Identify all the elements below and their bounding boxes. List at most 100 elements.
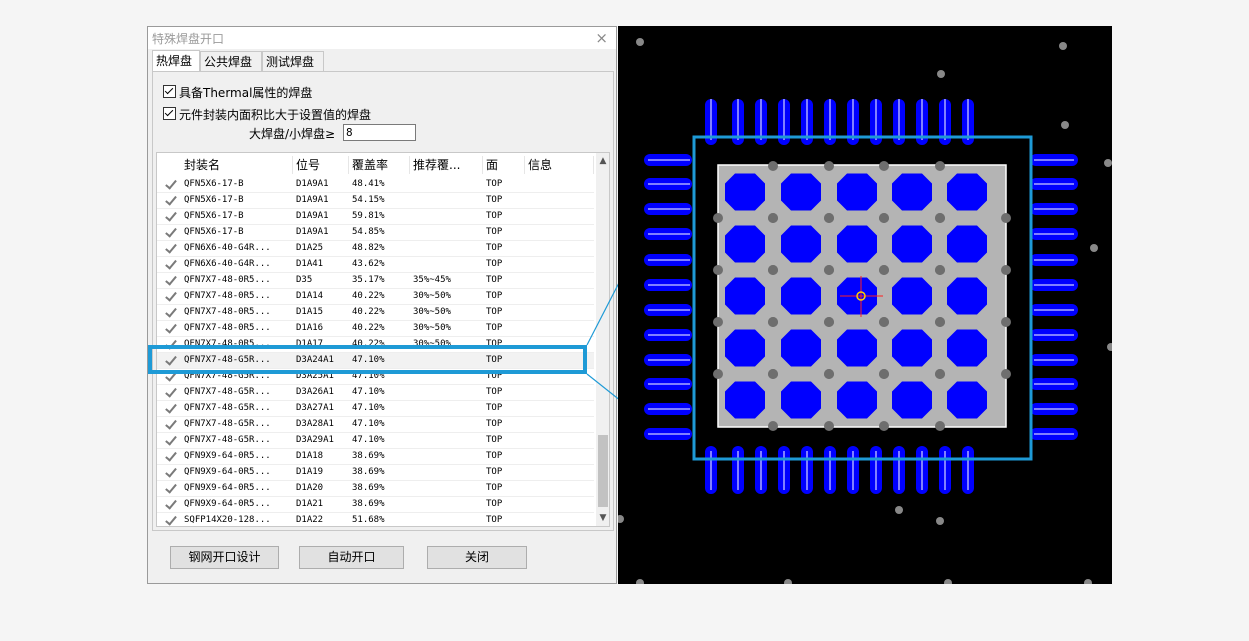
column-header[interactable]: 覆盖率 (349, 156, 410, 174)
area-ratio-checkbox[interactable]: 元件封装内面积比大于设置值的焊盘 (163, 106, 371, 123)
cell-ref: D1A14 (296, 291, 324, 301)
thermal-via (1001, 265, 1011, 275)
paste-opening (781, 381, 821, 419)
scroll-down-icon[interactable]: ▼ (596, 510, 609, 526)
table-row[interactable]: QFN7X7-48-G5R... D3A26A1 47.10% TOP (157, 385, 594, 401)
cell-package-name: QFN5X6-17-B (184, 179, 244, 189)
cell-package-name: QFN6X6-40-G4R... (184, 243, 271, 253)
table-row[interactable]: QFN7X7-48-0R5... D35 35.17% 35%~45% TOP (157, 273, 594, 289)
cell-side: TOP (486, 227, 503, 237)
table-row[interactable]: QFN6X6-40-G4R... D1A41 43.62% TOP (157, 257, 594, 273)
ratio-input[interactable]: 8 (343, 124, 416, 141)
cell-side: TOP (486, 259, 503, 269)
column-header[interactable]: 面 (483, 156, 525, 174)
table-row[interactable]: QFN7X7-48-0R5... D1A15 40.22% 30%~50% TOP (157, 305, 594, 321)
paste-opening (837, 329, 877, 367)
thermal-via (768, 213, 778, 223)
ratio-label: 大焊盘/小焊盘≥ (249, 127, 336, 141)
cell-package-name: QFN5X6-17-B (184, 195, 244, 205)
cell-coverage: 40.22% (352, 323, 385, 333)
scroll-up-icon[interactable]: ▲ (596, 153, 609, 169)
cell-ref: D3A28A1 (296, 419, 334, 429)
thermal-via (1001, 369, 1011, 379)
table-row[interactable]: QFN5X6-17-B D1A9A1 54.85% TOP (157, 225, 594, 241)
row-check-icon (163, 290, 177, 303)
table-row[interactable]: QFN5X6-17-B D1A9A1 48.41% TOP (157, 177, 594, 193)
cell-coverage: 38.69% (352, 483, 385, 493)
row-check-icon (163, 178, 177, 191)
pcb-view[interactable] (618, 26, 1112, 584)
thermal-attribute-checkbox[interactable]: 具备Thermal属性的焊盘 (163, 84, 312, 101)
tab-thermal-pad[interactable]: 热焊盘 (152, 50, 200, 72)
paste-opening (947, 329, 987, 367)
cell-package-name: QFN7X7-48-G5R... (184, 387, 271, 397)
paste-opening (892, 329, 932, 367)
thermal-via (824, 369, 834, 379)
table-row[interactable]: QFN7X7-48-0R5... D1A16 40.22% 30%~50% TOP (157, 321, 594, 337)
table-row[interactable]: QFN9X9-64-0R5... D1A19 38.69% TOP (157, 465, 594, 481)
thermal-via (1001, 317, 1011, 327)
row-check-icon (163, 274, 177, 287)
cell-ref: D1A15 (296, 307, 324, 317)
cell-coverage: 48.82% (352, 243, 385, 253)
paste-opening (947, 381, 987, 419)
cell-package-name: QFN7X7-48-0R5... (184, 275, 271, 285)
stencil-design-button[interactable]: 钢网开口设计 (170, 546, 279, 569)
row-check-icon (163, 226, 177, 239)
cell-coverage: 47.10% (352, 435, 385, 445)
cell-ref: D3A26A1 (296, 387, 334, 397)
vertical-scrollbar[interactable]: ▲ ▼ (596, 153, 609, 526)
tab-test-pad[interactable]: 测试焊盘 (262, 51, 324, 71)
cell-side: TOP (486, 387, 503, 397)
cell-coverage: 59.81% (352, 211, 385, 221)
close-button[interactable]: 关闭 (427, 546, 527, 569)
column-header[interactable]: 信息 (525, 156, 594, 174)
row-check-icon (163, 210, 177, 223)
column-header[interactable]: 位号 (293, 156, 349, 174)
paste-opening (725, 225, 765, 263)
tab-common-pad[interactable]: 公共焊盘 (200, 51, 262, 71)
paste-opening (725, 277, 765, 315)
table-row[interactable]: QFN7X7-48-0R5... D1A14 40.22% 30%~50% TOP (157, 289, 594, 305)
cell-side: TOP (486, 323, 503, 333)
cell-coverage: 54.15% (352, 195, 385, 205)
cell-ref: D1A21 (296, 499, 324, 509)
cell-package-name: QFN6X6-40-G4R... (184, 259, 271, 269)
thermal-via (879, 421, 889, 431)
thermal-via (935, 161, 945, 171)
tab-panel: 具备Thermal属性的焊盘 元件封装内面积比大于设置值的焊盘 大焊盘/小焊盘≥… (152, 71, 614, 531)
via-dot (936, 517, 944, 525)
paste-opening (892, 381, 932, 419)
cell-side: TOP (486, 403, 503, 413)
table-row[interactable]: QFN7X7-48-G5R... D3A28A1 47.10% TOP (157, 417, 594, 433)
thermal-via (768, 421, 778, 431)
cell-coverage: 38.69% (352, 499, 385, 509)
column-header[interactable]: 推荐覆... (410, 156, 483, 174)
thermal-via (879, 369, 889, 379)
auto-opening-button[interactable]: 自动开口 (299, 546, 404, 569)
table-row[interactable]: QFN7X7-48-G5R... D3A27A1 47.10% TOP (157, 401, 594, 417)
scroll-thumb[interactable] (598, 435, 608, 507)
table-row[interactable]: QFN9X9-64-0R5... D1A21 38.69% TOP (157, 497, 594, 513)
via-dot (636, 579, 644, 584)
pad-table: 封装名 位号 覆盖率 推荐覆... 面信息 QFN5X6-17-B D1A9A1 48.41… (156, 152, 610, 527)
cell-recommended: 35%~45% (413, 275, 451, 285)
cell-coverage: 40.22% (352, 291, 385, 301)
pcb-canvas[interactable] (618, 26, 1112, 584)
table-row[interactable]: QFN6X6-40-G4R... D1A25 48.82% TOP (157, 241, 594, 257)
column-header[interactable]: 封装名 (181, 156, 293, 174)
table-row[interactable]: QFN9X9-64-0R5... D1A20 38.69% TOP (157, 481, 594, 497)
table-row[interactable]: QFN7X7-48-G5R... D3A29A1 47.10% TOP (157, 433, 594, 449)
cell-side: TOP (486, 467, 503, 477)
row-check-icon (163, 434, 177, 447)
table-row[interactable]: QFN5X6-17-B D1A9A1 54.15% TOP (157, 193, 594, 209)
cell-side: TOP (486, 243, 503, 253)
close-icon[interactable]: × (595, 29, 608, 47)
table-row[interactable]: QFN9X9-64-0R5... D1A18 38.69% TOP (157, 449, 594, 465)
paste-opening (947, 173, 987, 211)
table-row[interactable]: SQFP14X20-128... D1A22 51.68% TOP (157, 513, 594, 526)
table-header: 封装名 位号 覆盖率 推荐覆... 面信息 (157, 153, 594, 175)
via-dot (937, 70, 945, 78)
table-row[interactable]: QFN5X6-17-B D1A9A1 59.81% TOP (157, 209, 594, 225)
via-dot (1059, 42, 1067, 50)
